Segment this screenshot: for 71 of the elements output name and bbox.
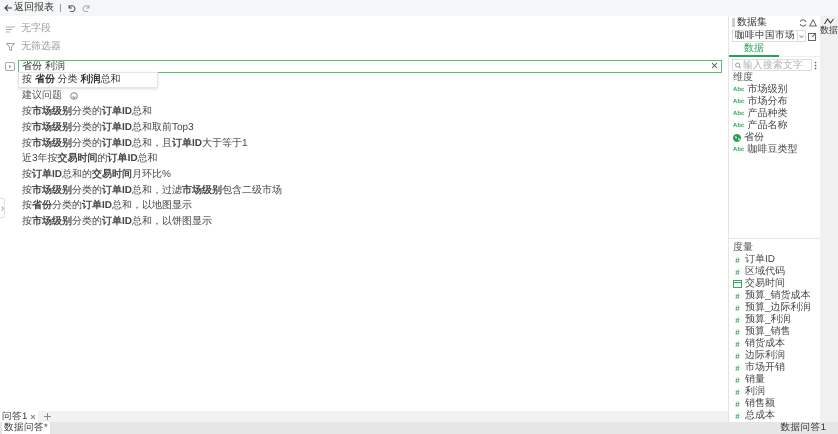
calendar-icon <box>733 280 742 288</box>
field-item[interactable]: 省份 <box>744 132 764 144</box>
field-item[interactable]: 预算_边际利润 <box>745 302 811 314</box>
query-input[interactable]: 省份 利润 <box>18 60 722 72</box>
suggestion-item[interactable]: 按市场级别分类的订单ID总和取前Top3 <box>22 120 728 136</box>
field-item[interactable]: 销量 <box>745 374 765 386</box>
field-item[interactable]: 订单ID <box>745 254 775 266</box>
field-item[interactable]: 咖啡豆类型 <box>747 144 798 156</box>
type-label: # <box>734 364 741 372</box>
suggestion-item[interactable]: 近3年按交易时间的订单ID总和 <box>22 151 728 167</box>
field-item[interactable]: 利润 <box>745 386 765 398</box>
question-tab[interactable]: 问答1 <box>0 411 38 422</box>
type-label: # <box>734 316 741 324</box>
field-item[interactable]: 市场开销 <box>745 362 785 374</box>
search-icon <box>735 62 742 68</box>
type-label: # <box>734 292 741 300</box>
field-item[interactable]: 产品种类 <box>747 108 788 120</box>
field-item[interactable]: 预算_利润 <box>745 314 791 326</box>
more-icon[interactable] <box>814 60 817 70</box>
type-label: # <box>734 268 741 276</box>
add-icon[interactable] <box>44 413 52 420</box>
back-arrow-icon[interactable] <box>4 4 13 12</box>
field-item[interactable]: 总成本 <box>745 410 775 422</box>
edit-icon[interactable] <box>808 32 817 40</box>
type-label: # <box>734 376 741 384</box>
field-item[interactable]: 预算_销货成本 <box>745 290 811 302</box>
dataset-select[interactable]: 咖啡中国市场 <box>732 30 806 42</box>
suggestion-item[interactable]: 按市场级别分类的订单ID总和 <box>22 104 728 120</box>
globe-icon <box>733 134 741 142</box>
field-item[interactable]: 预算_销售 <box>745 326 791 338</box>
autocomplete-option[interactable]: 按 省份 分类 利润总和 <box>22 74 154 86</box>
side-strip-label[interactable]: 数据 <box>820 25 838 35</box>
field-item[interactable]: 区域代码 <box>745 266 785 278</box>
suggestion-item[interactable]: 按市场级别分类的订单ID总和，过滤市场级别包含二级市场 <box>22 182 728 198</box>
close-icon[interactable] <box>30 414 36 420</box>
suggestion-item[interactable]: 按市场级别分类的订单ID总和，且订单ID大于等于1 <box>22 135 728 152</box>
type-label: # <box>734 328 741 336</box>
triangle-icon[interactable] <box>809 18 817 26</box>
back-button[interactable]: 返回报表 <box>4 2 54 14</box>
field-item[interactable]: 交易时间 <box>745 278 785 290</box>
fields-icon <box>6 26 15 32</box>
status-right: 数据问答1 <box>780 422 827 434</box>
type-label: # <box>734 388 741 396</box>
field-item[interactable]: 边际利润 <box>745 350 785 362</box>
chart-line-icon[interactable] <box>824 18 834 25</box>
type-label: # <box>734 340 741 348</box>
panel-title: 数据集 <box>737 16 768 28</box>
panel-handle-icon[interactable] <box>732 18 735 27</box>
field-item[interactable]: 市场分布 <box>747 96 788 108</box>
filter-icon <box>6 43 15 51</box>
search-field[interactable]: 输入搜索文字 <box>732 59 812 71</box>
status-left[interactable]: 数据问答* <box>2 422 50 434</box>
suggestions-title: 建议问题 <box>22 90 62 102</box>
suggestion-item[interactable]: 按省份分类的订单ID总和，以地图显示 <box>22 198 728 214</box>
suggestion-item[interactable]: 按订单ID总和的交易时间月环比% <box>22 166 728 182</box>
field-item[interactable]: 销货成本 <box>745 338 785 350</box>
section-title: 维度 <box>732 72 754 84</box>
type-label: # <box>734 400 741 408</box>
caret-icon <box>798 34 805 38</box>
section-title: 度量 <box>732 242 754 254</box>
clear-icon[interactable] <box>711 62 718 69</box>
field-item[interactable]: 市场级别 <box>747 84 788 96</box>
collapse-handle[interactable] <box>0 198 5 218</box>
type-label: # <box>734 412 741 420</box>
field-item[interactable]: 销售额 <box>745 398 775 410</box>
suggestion-item[interactable]: 按市场级别分类的订单ID总和，以饼图显示 <box>22 214 728 230</box>
type-label: # <box>734 256 741 264</box>
field-item[interactable]: 产品名称 <box>747 120 788 132</box>
undo-icon[interactable] <box>67 4 76 12</box>
type-label: # <box>734 304 741 312</box>
type-label: # <box>734 352 741 360</box>
